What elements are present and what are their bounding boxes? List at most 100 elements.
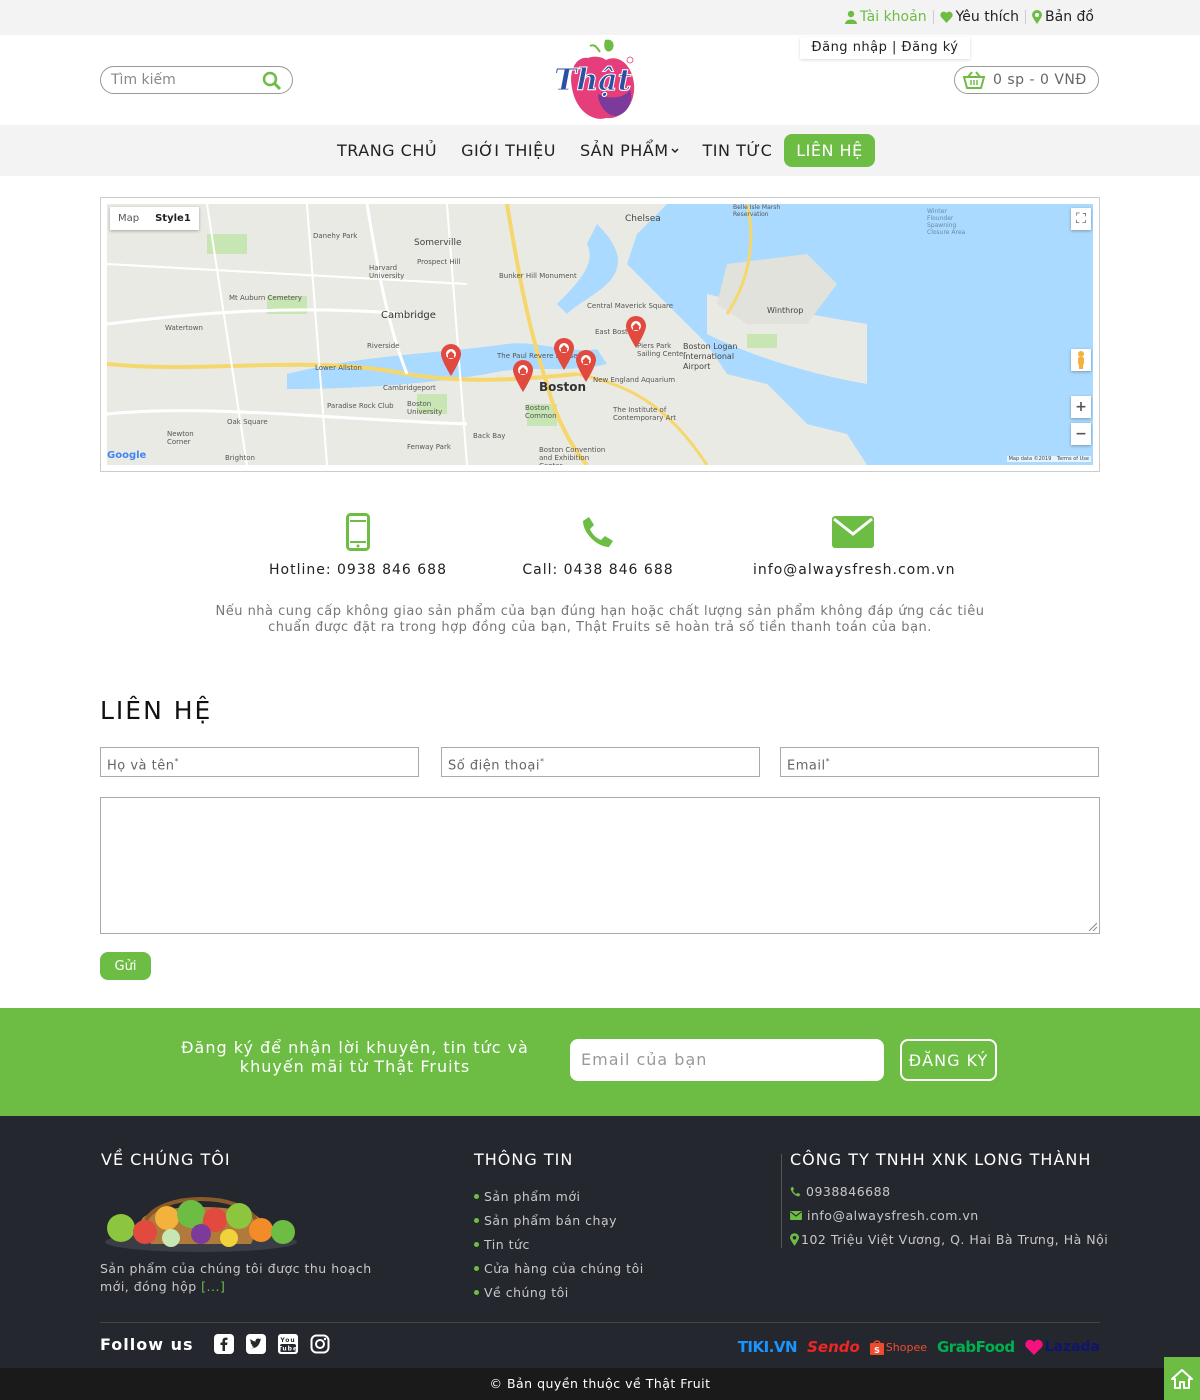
- favorite-link[interactable]: Yêu thích: [934, 9, 1025, 25]
- sendo-logo[interactable]: Sendo: [807, 1338, 860, 1356]
- map-label-winthrop: Winthrop: [767, 306, 804, 315]
- newsletter-email-input[interactable]: Email của bạn: [570, 1039, 884, 1081]
- envelope-icon: [790, 1210, 802, 1220]
- map-marker-icon[interactable]: [576, 350, 596, 382]
- heart-icon: [939, 11, 953, 23]
- chevron-down-icon: [671, 147, 679, 153]
- shopee-label: Shopee: [885, 1340, 927, 1354]
- send-button[interactable]: Gửi: [100, 952, 151, 980]
- info-link-best-sellers[interactable]: Sản phẩm bán chạy: [474, 1208, 644, 1232]
- contact-form-title: LIÊN HỆ: [100, 696, 213, 725]
- newsletter-subscribe-button[interactable]: ĐĂNG KÝ: [900, 1039, 997, 1081]
- map-label-fenway: Fenway Park: [407, 443, 451, 451]
- shopee-logo[interactable]: S Shopee: [869, 1339, 927, 1355]
- favorite-label: Yêu thích: [955, 9, 1020, 25]
- home-button[interactable]: [1164, 1357, 1200, 1400]
- map-marker-icon[interactable]: [441, 344, 461, 376]
- lazada-heart-icon: [1024, 1339, 1043, 1355]
- email-placeholder: Email: [787, 758, 826, 774]
- phone-field[interactable]: Số điện thoại*: [441, 747, 760, 777]
- info-link-news[interactable]: Tin tức: [474, 1232, 644, 1256]
- info-link-label: Sản phẩm bán chạy: [484, 1212, 617, 1228]
- zoom-out-button[interactable]: −: [1071, 423, 1091, 445]
- facebook-icon[interactable]: [213, 1334, 234, 1354]
- search-icon[interactable]: [262, 71, 282, 91]
- account-label: Tài khoản: [859, 9, 927, 25]
- map-label-riverside: Riverside: [367, 342, 400, 350]
- map-marker-icon[interactable]: [626, 316, 646, 348]
- map-marker-icon[interactable]: [554, 338, 574, 370]
- terms-link[interactable]: Terms of Use: [1057, 456, 1089, 462]
- grabfood-logo[interactable]: GrabFood: [937, 1338, 1015, 1356]
- nav-contact[interactable]: LIÊN HỆ: [784, 134, 875, 167]
- map-label-ica: The Institute of Contemporary Art: [613, 406, 677, 422]
- map-label-bcec: Boston Convention and Exhibition Center: [539, 446, 606, 465]
- svg-text:Thật: Thật: [554, 63, 632, 98]
- cart-button[interactable]: 0 sp - 0 VNĐ: [954, 66, 1099, 94]
- map-label-boston: Boston: [539, 380, 587, 394]
- pegman-icon[interactable]: [1071, 349, 1091, 371]
- search-input[interactable]: [101, 72, 251, 88]
- map-label-brighton: Brighton: [225, 454, 255, 462]
- top-links: Tài khoản Yêu thích Bản đồ: [839, 9, 1100, 25]
- email-field[interactable]: Email*: [780, 747, 1099, 777]
- map-label-cambridge: Cambridge: [381, 310, 436, 321]
- map-label-maverick: Central Maverick Square: [587, 302, 674, 310]
- company-email[interactable]: info@alwaysfresh.com.vn: [807, 1208, 979, 1223]
- cart-summary: 0 sp - 0 VNĐ: [993, 72, 1087, 88]
- nav-news[interactable]: TIN TỨC: [691, 134, 785, 167]
- site-logo[interactable]: Thật: [550, 38, 640, 124]
- bullet-icon: [474, 1217, 479, 1223]
- tiki-logo[interactable]: TIKI.VN: [738, 1338, 798, 1356]
- twitter-icon[interactable]: [245, 1334, 266, 1354]
- partner-logos: TIKI.VN Sendo S Shopee GrabFood Lazada: [738, 1338, 1100, 1356]
- map-label-lower-allston: Lower Allston: [315, 364, 362, 372]
- resize-handle-icon[interactable]: [1087, 921, 1097, 931]
- name-field[interactable]: Họ và tên*: [100, 747, 419, 777]
- lazada-logo[interactable]: Lazada: [1024, 1339, 1100, 1355]
- nav-about[interactable]: GIỚI THIỆU: [449, 134, 568, 167]
- map-type-style1[interactable]: Style1: [147, 207, 199, 230]
- map-label-newton: Newton Corner: [167, 430, 194, 446]
- vegetable-basket-image: [105, 1197, 297, 1252]
- fullscreen-icon[interactable]: ⛶: [1071, 208, 1091, 230]
- shopee-bag-icon: S: [869, 1340, 884, 1355]
- nav-products[interactable]: SẢN PHẨM: [568, 134, 691, 167]
- youtube-icon[interactable]: You Tube: [277, 1334, 298, 1354]
- message-textarea[interactable]: [100, 797, 1100, 934]
- about-title: VỀ CHÚNG TÔI: [101, 1150, 231, 1169]
- map-link[interactable]: Bản đồ: [1026, 9, 1100, 25]
- required-mark: *: [174, 757, 179, 766]
- info-link-label: Sản phẩm mới: [484, 1188, 581, 1204]
- newsletter-text: Đăng ký để nhận lời khuyên, tin tức và k…: [181, 1038, 529, 1076]
- map-marker-icon[interactable]: [513, 360, 533, 392]
- required-mark: *: [539, 757, 545, 766]
- email-text: info@alwaysfresh.com.vn: [753, 562, 956, 578]
- map-type-map[interactable]: Map: [110, 207, 147, 230]
- email-block: info@alwaysfresh.com.vn: [753, 512, 956, 578]
- user-icon: [844, 10, 857, 24]
- hotline-block: Hotline: 0938 846 688: [258, 512, 458, 578]
- map-label-danehy: Danehy Park: [313, 232, 358, 240]
- map-type-toggle: Map Style1: [110, 207, 199, 230]
- map-label-aquarium: New England Aquarium: [593, 376, 676, 384]
- info-link-about[interactable]: Về chúng tôi: [474, 1280, 644, 1304]
- nav-home[interactable]: TRANG CHỦ: [325, 134, 449, 167]
- info-link-stores[interactable]: Cửa hàng của chúng tôi: [474, 1256, 644, 1280]
- map-label-chelsea: Chelsea: [625, 214, 661, 224]
- login-register-link[interactable]: Đăng nhập | Đăng ký: [800, 37, 970, 59]
- account-link[interactable]: Tài khoản: [839, 9, 933, 25]
- company-phone[interactable]: 0938846688: [806, 1184, 891, 1199]
- info-link-new-products[interactable]: Sản phẩm mới: [474, 1184, 644, 1208]
- main-nav: TRANG CHỦ GIỚI THIỆU SẢN PHẨM TIN TỨC LI…: [0, 125, 1200, 176]
- name-placeholder: Họ và tên: [107, 758, 175, 774]
- zoom-in-button[interactable]: +: [1071, 396, 1091, 418]
- instagram-icon[interactable]: [310, 1334, 330, 1354]
- nav-products-label: SẢN PHẨM: [579, 141, 669, 160]
- map-label-harvard: Harvard University: [369, 264, 405, 280]
- company-address: 102 Triệu Việt Vương, Q. Hai Bà Trưng, H…: [801, 1231, 1109, 1247]
- google-map[interactable]: Somerville Cambridge Boston Chelsea Wint…: [107, 204, 1093, 465]
- map-label-airport: Boston Logan International Airport: [683, 342, 738, 371]
- read-more-link[interactable]: [...]: [201, 1279, 225, 1294]
- company-phone-row: 0938846688: [790, 1179, 1108, 1203]
